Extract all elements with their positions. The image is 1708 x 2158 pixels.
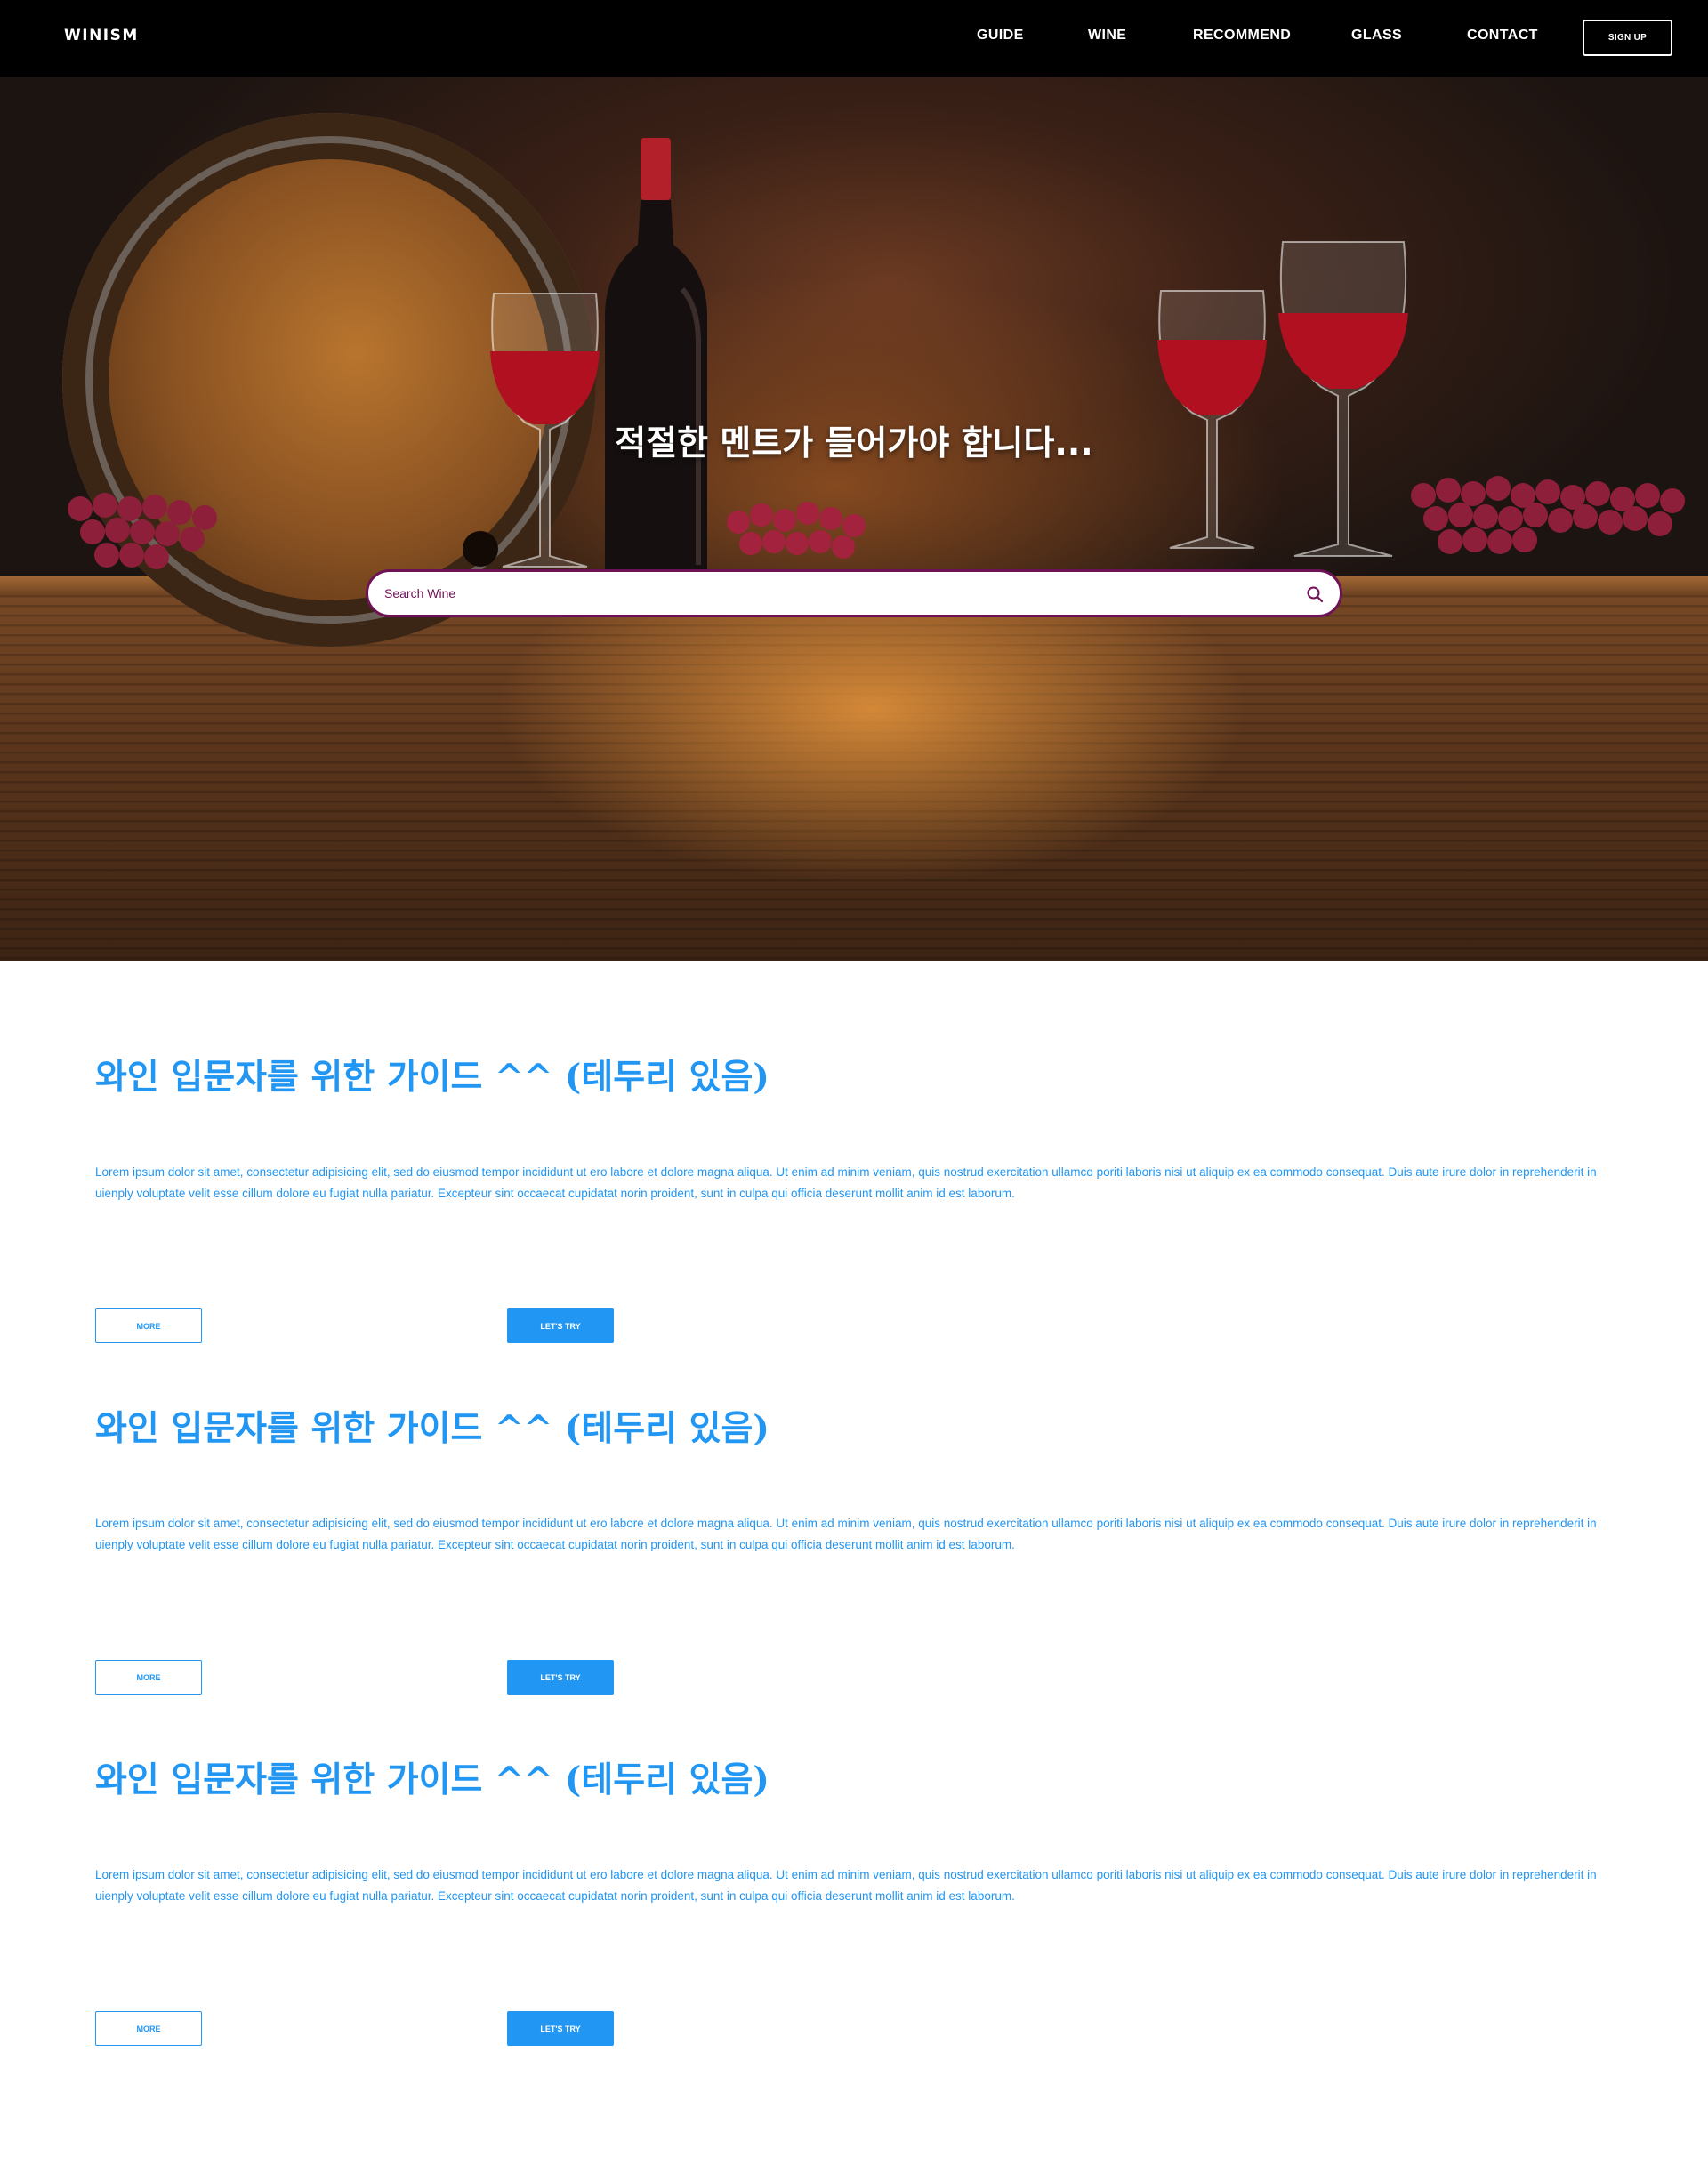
sign-up-button[interactable]: SIGN UP [1583, 20, 1672, 56]
nav-item-recommend[interactable]: RECOMMEND [1193, 28, 1291, 44]
guide-title: 와인 입문자를 위한 가이드 ^^ (테두리 있음) [95, 1759, 769, 1800]
hero-grapes-right [1411, 476, 1685, 554]
logo[interactable]: WINISM [64, 27, 139, 44]
hero-banner: 적절한 멘트가 들어가야 합니다... [0, 77, 1708, 961]
lets-try-button[interactable]: LET'S TRY [507, 2011, 614, 2046]
guide-text: Lorem ipsum dolor sit amet, consectetur … [95, 1868, 1597, 1903]
navbar: WINISM GUIDE WINE RECOMMEND GLASS CONTAC… [0, 0, 1708, 77]
more-button[interactable]: MORE [95, 2011, 202, 2046]
hero-grapes-left [68, 493, 217, 569]
search-icon[interactable] [1306, 585, 1324, 603]
nav-item-wine[interactable]: WINE [1088, 28, 1126, 44]
search-bar [366, 569, 1342, 617]
guide-title: 와인 입문자를 위한 가이드 ^^ (테두리 있음) [95, 1408, 769, 1449]
search-input[interactable] [384, 583, 1256, 604]
hero-bottle-image [605, 138, 707, 583]
lets-try-button[interactable]: LET'S TRY [507, 1308, 614, 1343]
lets-try-button[interactable]: LET'S TRY [507, 1660, 614, 1695]
nav-item-contact[interactable]: CONTACT [1467, 28, 1538, 44]
hero-grapes-center [727, 502, 866, 559]
hero-tagline: 적절한 멘트가 들어가야 합니다... [615, 423, 1093, 463]
guide-text: Lorem ipsum dolor sit amet, consectetur … [95, 1517, 1597, 1551]
nav-item-glass[interactable]: GLASS [1351, 28, 1402, 44]
more-button[interactable]: MORE [95, 1660, 202, 1695]
more-button[interactable]: MORE [95, 1308, 202, 1343]
guide-title: 와인 입문자를 위한 가이드 ^^ (테두리 있음) [95, 1057, 769, 1098]
nav-item-guide[interactable]: GUIDE [977, 28, 1024, 44]
guide-text: Lorem ipsum dolor sit amet, consectetur … [95, 1165, 1597, 1200]
